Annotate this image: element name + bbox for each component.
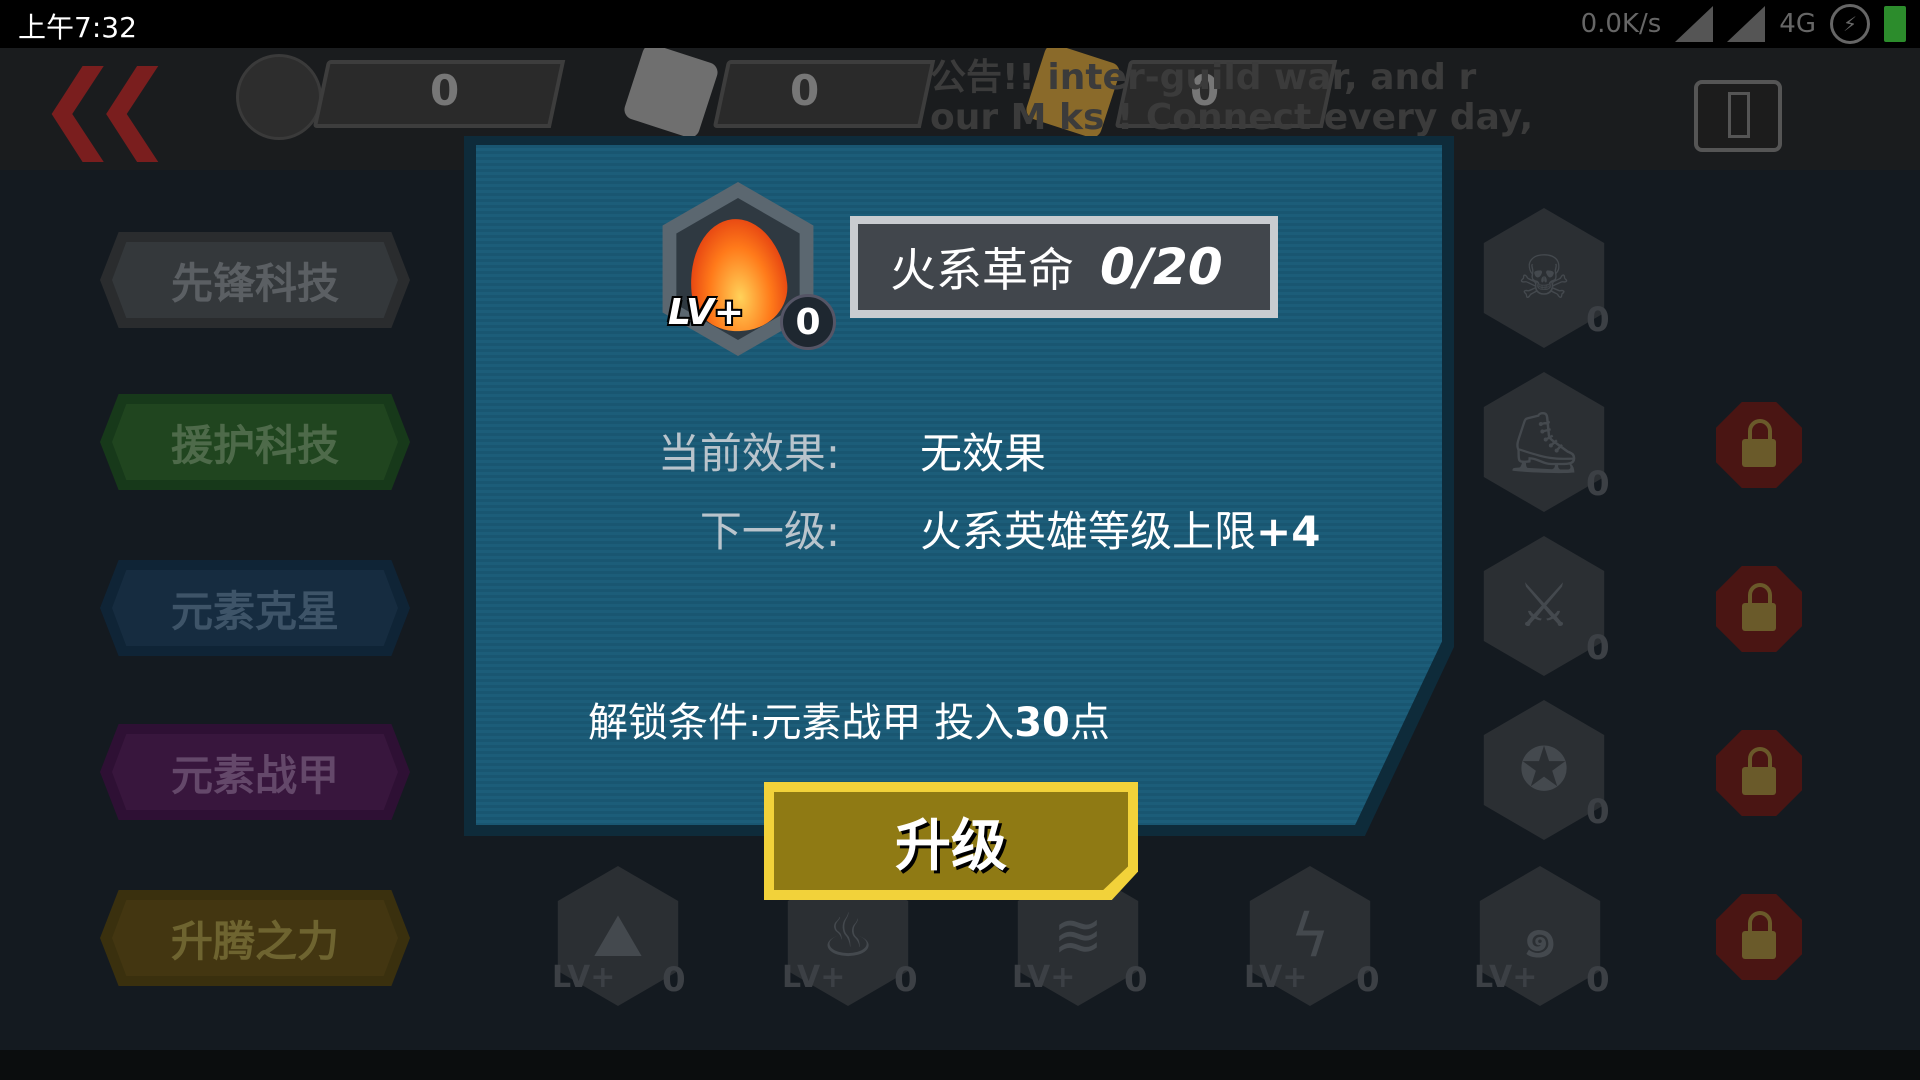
blade-icon: ⚔ — [1517, 571, 1571, 641]
lv-tag: LV+ — [782, 960, 846, 995]
skill-node-level: 0 — [1356, 960, 1380, 1000]
skill-node-level: 0 — [662, 960, 686, 1000]
tab-inner: 援护科技 — [112, 404, 398, 480]
lv-tag: LV+ — [1244, 960, 1308, 995]
resource-value-1: 0 — [430, 66, 460, 115]
tab-label: 援护科技 — [170, 420, 339, 470]
menu-button[interactable] — [1694, 80, 1782, 152]
tab-label: 先锋科技 — [170, 258, 339, 308]
current-effect-value: 无效果 — [920, 429, 1047, 478]
next-level-effect: 火系英雄等级上限+4 — [920, 498, 1320, 559]
skill-lv-tag: LV+ — [668, 292, 745, 333]
tab-label: 元素战甲 — [170, 750, 339, 800]
skill-title: 火系革命 — [890, 243, 1074, 297]
signal-icon-2 — [1727, 6, 1766, 42]
status-indicators: 0.0K/s 4G ⚡ — [1580, 4, 1906, 44]
unlock-suffix: 点 — [1069, 700, 1110, 746]
lock-icon — [1716, 566, 1802, 652]
lv-tag: LV+ — [552, 960, 616, 995]
tab-element-nemesis[interactable]: 元素克星 — [100, 560, 410, 656]
skill-title-box: 火系革命 0/20 — [850, 216, 1278, 318]
signal-icon — [1675, 6, 1714, 42]
upgrade-label: 升级 — [895, 813, 1007, 879]
battery-icon — [1884, 6, 1906, 42]
lock-icon — [1716, 402, 1802, 488]
tab-element-armor[interactable]: 元素战甲 — [100, 724, 410, 820]
ticker-line-1: 公告!! inter-guild war, and r — [930, 58, 1477, 98]
tab-label: 元素克星 — [170, 586, 339, 636]
skull-icon: ☠ — [1517, 243, 1571, 313]
lv-tag: LV+ — [1012, 960, 1076, 995]
skill-progress: 0/20 — [1100, 238, 1223, 296]
skill-node-level: 0 — [1586, 300, 1610, 340]
tab-inner: 元素克星 — [112, 570, 398, 646]
skill-node-level: 0 — [1586, 960, 1610, 1000]
tab-inner: 元素战甲 — [112, 734, 398, 810]
skill-node-level: 0 — [894, 960, 918, 1000]
lv-tag: LV+ — [1474, 960, 1538, 995]
tab-inner: 先锋科技 — [112, 242, 398, 318]
resource-value-2: 0 — [790, 66, 820, 115]
unlock-points: 30 — [1014, 700, 1070, 746]
net-speed: 0.0K/s — [1580, 9, 1662, 39]
skill-node-level: 0 — [1586, 792, 1610, 832]
unlock-condition: 解锁条件:元素战甲 投入30点 — [588, 690, 1110, 748]
skill-level-badge: 0 — [780, 294, 836, 350]
tab-inner: 升腾之力 — [112, 900, 398, 976]
boot-icon: ⛸ — [1505, 407, 1583, 478]
tab-support-tech[interactable]: 援护科技 — [100, 394, 410, 490]
skill-node-level: 0 — [1586, 464, 1610, 504]
tab-label: 升腾之力 — [170, 916, 339, 966]
gear-coin-icon — [236, 54, 322, 140]
next-level-bonus: +4 — [1256, 507, 1321, 556]
title-inner: 火系革命 0/20 — [858, 224, 1270, 310]
upgrade-button[interactable]: 升级 — [764, 782, 1138, 900]
upgrade-button-inner: 升级 — [774, 792, 1128, 890]
lock-icon — [1716, 894, 1802, 980]
tab-vanguard-tech[interactable]: 先锋科技 — [100, 232, 410, 328]
skill-node-level: 0 — [1124, 960, 1148, 1000]
current-effect-label: 当前效果: — [657, 429, 840, 478]
charging-icon: ⚡ — [1830, 4, 1870, 44]
back-button[interactable]: ❮❮ — [38, 50, 173, 162]
compass-icon: ✪ — [1518, 735, 1570, 805]
next-level-value: 火系英雄等级上限 — [920, 507, 1257, 556]
next-level-label: 下一级: — [699, 507, 840, 556]
unlock-prefix: 解锁条件:元素战甲 投入 — [588, 700, 1015, 746]
bottom-strip — [0, 1050, 1920, 1080]
resource-bar-2 — [712, 60, 936, 128]
silver-cube-icon — [621, 41, 721, 141]
lock-icon — [1716, 730, 1802, 816]
ticker-line-2: our M ks ! Connect every day, — [930, 97, 1534, 138]
tab-ascension-power[interactable]: 升腾之力 — [100, 890, 410, 986]
status-time: 上午7:32 — [18, 11, 137, 44]
skill-node-level: 0 — [1586, 628, 1610, 668]
status-bar: 上午7:32 0.0K/s 4G ⚡ — [0, 0, 1920, 48]
network-type: 4G — [1779, 9, 1816, 39]
